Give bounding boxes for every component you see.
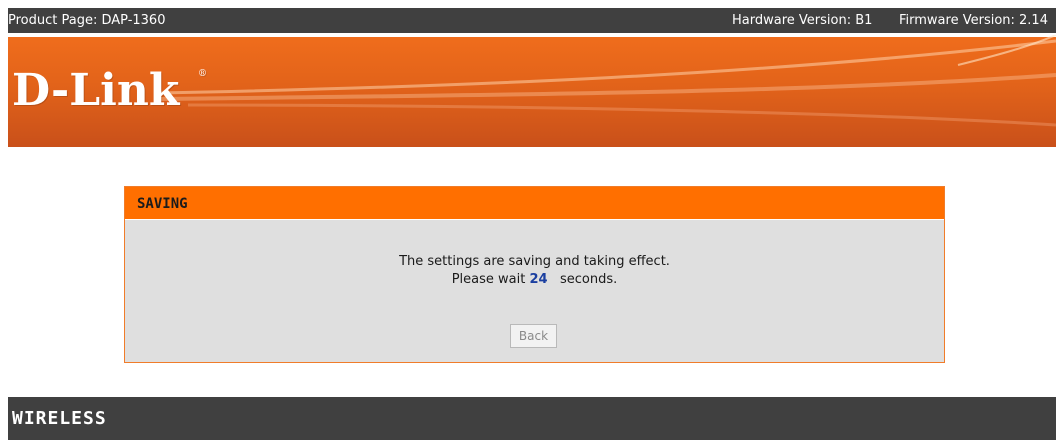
back-button[interactable]: Back	[510, 324, 557, 348]
logo-text: D-Link	[12, 65, 180, 116]
saving-message: The settings are saving and taking effec…	[125, 253, 944, 289]
product-page-label: Product Page: DAP-1360	[8, 13, 166, 28]
top-info-bar: Product Page: DAP-1360 Hardware Version:…	[8, 8, 1056, 33]
wireless-label: WIRELESS	[12, 408, 107, 429]
saving-status-text: The settings are saving and taking effec…	[399, 254, 670, 269]
wait-suffix: seconds.	[560, 272, 618, 287]
firmware-version-label: Firmware Version: 2.14	[899, 13, 1048, 28]
wait-prefix: Please wait	[451, 272, 526, 287]
dlink-logo: D-Link ®	[12, 65, 207, 116]
hardware-version-label: Hardware Version: B1	[732, 13, 873, 28]
countdown-seconds: 24	[529, 272, 548, 287]
registered-mark: ®	[198, 69, 207, 79]
saving-panel: SAVING The settings are saving and takin…	[124, 186, 945, 363]
wait-line: Please wait 24 seconds.	[125, 271, 944, 289]
wireless-footer: WIRELESS	[8, 397, 1056, 440]
router-page: Product Page: DAP-1360 Hardware Version:…	[0, 0, 1056, 440]
brand-banner: D-Link ®	[8, 35, 1056, 147]
saving-panel-title: SAVING	[125, 187, 944, 220]
